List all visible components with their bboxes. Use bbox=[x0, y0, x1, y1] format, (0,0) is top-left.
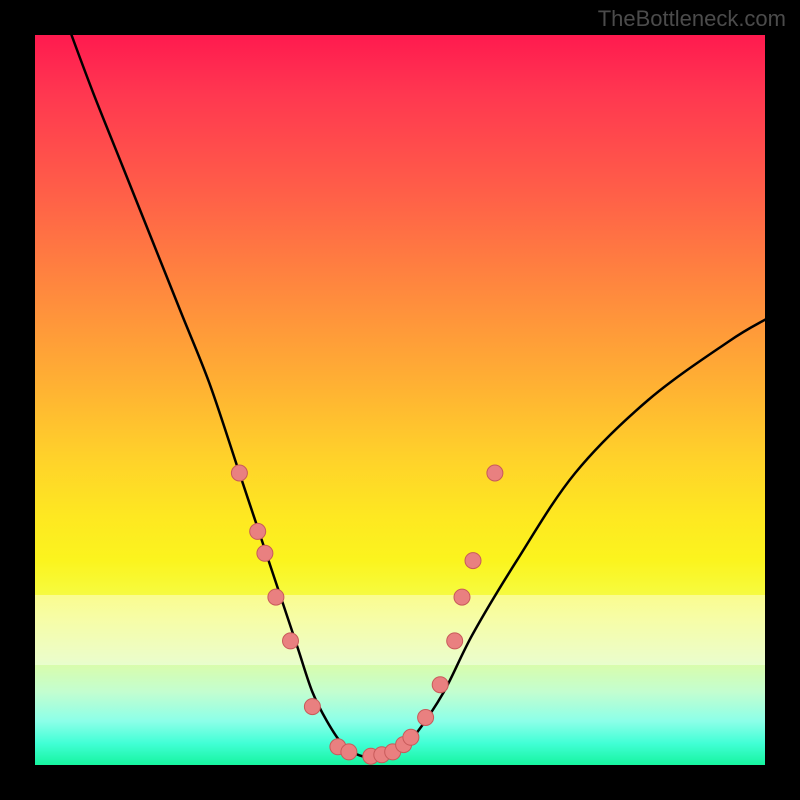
plot-area bbox=[35, 35, 765, 765]
curve-marker bbox=[403, 729, 419, 745]
curve-marker bbox=[231, 465, 247, 481]
curve-marker bbox=[432, 677, 448, 693]
curve-marker bbox=[257, 545, 273, 561]
curve-layer bbox=[35, 35, 765, 765]
curve-marker bbox=[283, 633, 299, 649]
marker-group bbox=[231, 465, 503, 764]
curve-marker bbox=[487, 465, 503, 481]
curve-marker bbox=[341, 744, 357, 760]
bottleneck-curve bbox=[72, 35, 766, 758]
watermark-text: TheBottleneck.com bbox=[598, 6, 786, 32]
curve-marker bbox=[418, 710, 434, 726]
curve-marker bbox=[447, 633, 463, 649]
curve-marker bbox=[250, 523, 266, 539]
curve-marker bbox=[304, 699, 320, 715]
chart-frame: TheBottleneck.com bbox=[0, 0, 800, 800]
curve-marker bbox=[268, 589, 284, 605]
curve-marker bbox=[454, 589, 470, 605]
curve-marker bbox=[465, 553, 481, 569]
